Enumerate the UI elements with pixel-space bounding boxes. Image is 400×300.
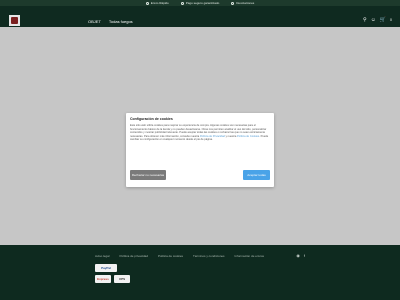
cookie-policy-link[interactable]: Política de Cookies [237, 135, 259, 138]
topbar-payment-label: Pago seguro garantizado [185, 1, 220, 5]
cookie-text-2: y nuestra [224, 134, 238, 138]
refresh-icon [231, 1, 235, 5]
logo-mark [11, 17, 18, 24]
instagram-icon[interactable]: ◉ [296, 253, 300, 258]
topbar-shipping: Envío Rápido [145, 1, 169, 5]
nav-item-all[interactable]: Todas fuegos [109, 19, 133, 24]
ups-badge: UPS [114, 275, 130, 283]
footer-link-terms[interactable]: Términos y condiciones [193, 254, 225, 258]
footer-social: ◉ f [296, 253, 305, 258]
topbar-shipping-label: Envío Rápido [150, 1, 169, 5]
cookie-dialog: Configuración de cookies Este sitio web … [126, 113, 274, 187]
footer-link-shipping[interactable]: Información de envíos [235, 254, 265, 258]
accept-cookies-button[interactable]: Aceptar todas [243, 170, 270, 180]
site-footer: Aviso legal Política de privacidad Polít… [0, 245, 400, 300]
shield-icon [180, 1, 184, 5]
facebook-icon[interactable]: f [304, 253, 305, 258]
topbar-returns-label: Devoluciones [236, 1, 255, 5]
express-badge: Express [95, 275, 111, 283]
cookie-dialog-text: Este sitio web utiliza cookies para mejo… [130, 124, 270, 162]
cookie-dialog-title: Configuración de cookies [130, 117, 173, 121]
payment-methods: PayPal [95, 264, 117, 272]
reject-cookies-button[interactable]: Rechazar no necesarias [130, 170, 166, 180]
cart-icon[interactable]: 🛒 [380, 18, 386, 23]
cookie-dialog-actions: Rechazar no necesarias Aceptar todas [130, 170, 270, 180]
footer-link-privacy[interactable]: Política de privacidad [119, 254, 148, 258]
search-icon[interactable]: ⚲ [363, 18, 367, 23]
footer-link-legal[interactable]: Aviso legal [95, 254, 109, 258]
footer-links: Aviso legal Política de privacidad Polít… [95, 254, 264, 258]
topbar-returns: Devoluciones [231, 1, 254, 5]
cart-count: 0 [390, 18, 392, 22]
topbar-payment: Pago seguro garantizado [180, 1, 220, 5]
paypal-badge: PayPal [95, 264, 117, 272]
main-nav: OBJET Todas fuegos [88, 19, 133, 24]
site-header: OBJET Todas fuegos ⚲ ☺ 🛒 0 [0, 6, 400, 27]
user-icon[interactable]: ☺ [371, 18, 376, 23]
footer-link-cookies[interactable]: Política de cookies [158, 254, 183, 258]
truck-icon [145, 1, 149, 5]
site-logo[interactable] [9, 15, 20, 26]
nav-item-objet[interactable]: OBJET [88, 19, 101, 24]
shipping-methods: Express UPS [95, 275, 130, 283]
header-icons: ⚲ ☺ 🛒 0 [363, 18, 392, 23]
